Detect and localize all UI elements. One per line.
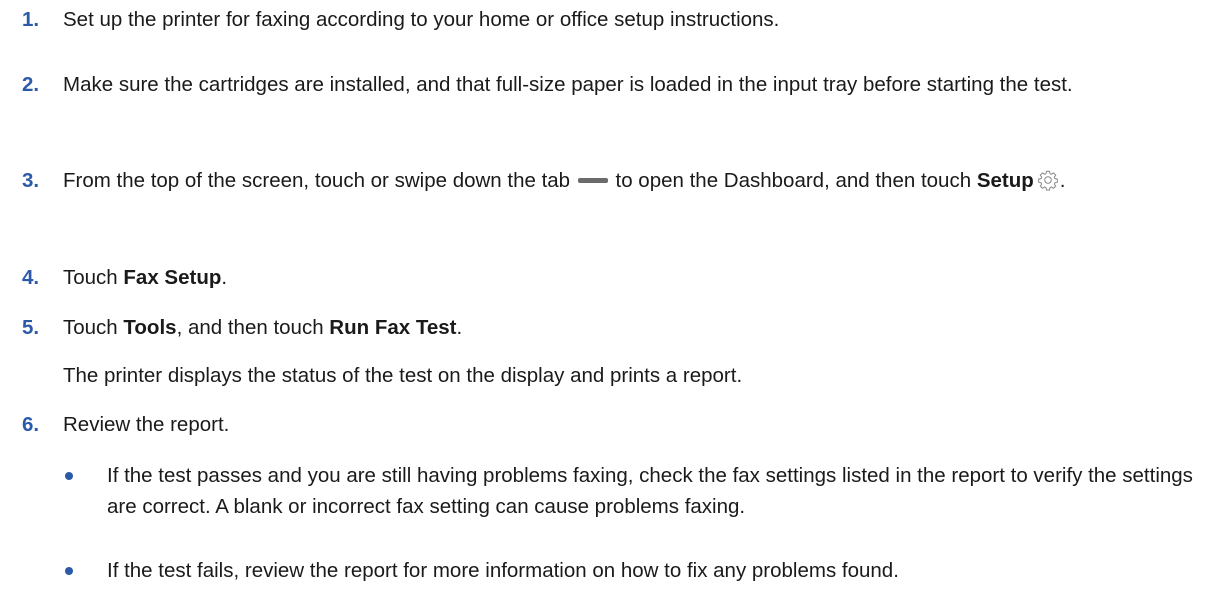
- gear-icon: [1037, 170, 1058, 191]
- step-text-part: .: [1059, 169, 1066, 192]
- step-text-part: , and then touch: [176, 316, 330, 339]
- step-number: 2.: [22, 73, 40, 96]
- step-text-part: to open the Dashboard, and then touch: [615, 169, 972, 192]
- step-number: 5.: [22, 316, 40, 339]
- step-number: 6.: [22, 413, 40, 436]
- tools-label: Tools: [123, 316, 177, 339]
- step-text: Touch Tools, and then touch Run Fax Test…: [63, 312, 1193, 343]
- bullet-dot: [65, 472, 73, 480]
- step-text-part: .: [456, 316, 463, 339]
- bullet-text: If the test passes and you are still hav…: [107, 464, 1193, 518]
- step-text: Make sure the cartridges are installed, …: [63, 73, 1073, 96]
- setup-menu-label: Setup: [976, 169, 1034, 192]
- step-text: Touch Fax Setup.: [63, 262, 1193, 293]
- step-text: Set up the printer for faxing according …: [63, 8, 780, 31]
- step-number: 1.: [22, 8, 40, 31]
- step-5-note: The printer displays the status of the t…: [63, 364, 743, 387]
- step-text-part: .: [221, 266, 228, 289]
- run-fax-test-label: Run Fax Test: [329, 316, 457, 339]
- bullet-dot: [65, 567, 73, 575]
- step-text: From the top of the screen, touch or swi…: [63, 165, 1193, 196]
- step-text: Review the report.: [63, 413, 230, 436]
- step-text-part: From the top of the screen, touch or swi…: [63, 169, 571, 192]
- step-number: 4.: [22, 266, 40, 289]
- step-text-part: Touch: [63, 316, 124, 339]
- step-number: 3.: [22, 169, 40, 192]
- bullet-text: If the test fails, review the report for…: [107, 559, 899, 582]
- step-text-part: Touch: [63, 266, 124, 289]
- fax-setup-label: Fax Setup: [123, 266, 222, 289]
- dashboard-tab-icon: [577, 177, 608, 183]
